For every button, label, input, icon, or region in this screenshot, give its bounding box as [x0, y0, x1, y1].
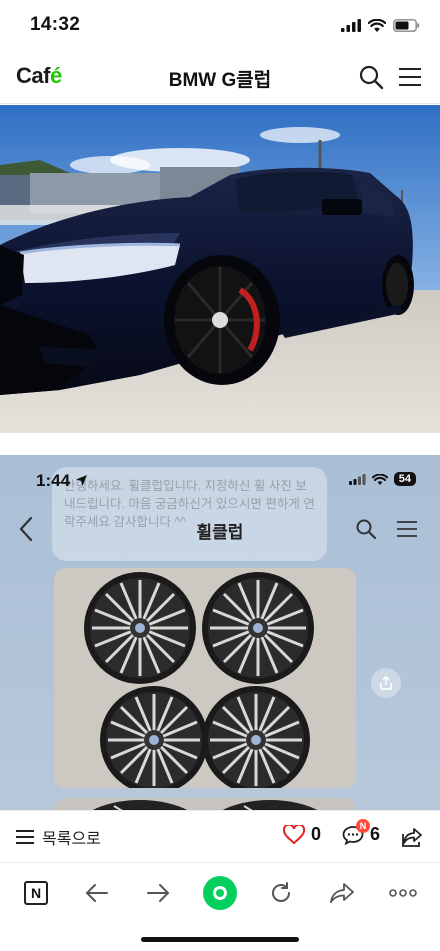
comment-count: 6: [370, 824, 381, 844]
forward-button[interactable]: [141, 876, 175, 910]
green-dot-icon: [203, 876, 237, 910]
wheels-illustration-partial: [54, 798, 356, 810]
inner-status-time: 1:44: [36, 471, 88, 491]
naver-n-icon: N: [24, 881, 48, 905]
arrow-right-icon: [147, 884, 170, 902]
like-count: 0: [311, 824, 322, 844]
status-bar: 14:32: [0, 0, 440, 50]
chat-screenshot-photo[interactable]: 안녕하세요. 휠클럽입니다. 지정하신 휠 사진 보내드립니다. 마음 궁금하신…: [0, 455, 440, 810]
more-button[interactable]: [386, 876, 420, 910]
status-icons: [341, 15, 420, 35]
search-icon: [356, 519, 377, 540]
like-button[interactable]: 0: [283, 824, 321, 845]
new-badge: N: [356, 819, 370, 833]
wheels-image-second: [54, 798, 356, 810]
status-time: 14:32: [30, 14, 81, 35]
wifi-icon: [368, 18, 386, 32]
cellular-signal-icon: [341, 18, 361, 32]
back-button[interactable]: [80, 876, 114, 910]
car-photo[interactable]: [0, 105, 440, 433]
post-content: 안녕하세요. 휠클럽입니다. 지정하신 휠 사진 보내드립니다. 마음 궁금하신…: [0, 105, 440, 810]
back-to-list-button[interactable]: 목록으로: [16, 825, 101, 849]
browser-nav-bar: N: [0, 862, 440, 951]
inner-status-bar: 1:44 54: [0, 465, 440, 495]
share-page-button[interactable]: [325, 876, 359, 910]
share-icon[interactable]: [400, 825, 424, 849]
article-toolbar: 목록으로 0 6 N: [0, 810, 440, 862]
location-arrow-icon: [75, 475, 87, 486]
more-dots-icon: [389, 889, 417, 897]
hamburger-menu-icon: [397, 521, 417, 537]
cellular-signal-icon: [348, 473, 366, 485]
search-icon[interactable]: [358, 64, 384, 90]
wifi-icon: [371, 473, 388, 485]
heart-icon: [283, 824, 305, 844]
refresh-icon: [272, 882, 290, 902]
naver-home-button[interactable]: N: [19, 876, 53, 910]
hamburger-menu-icon[interactable]: [398, 66, 422, 88]
app-header: Café BMW G클럽: [0, 50, 440, 104]
inner-app-header: 휠클럽: [0, 510, 440, 550]
battery-icon: [393, 18, 420, 32]
share-float-button: [371, 668, 401, 698]
back-to-list-label: 목록으로: [42, 831, 101, 848]
arrow-left-icon: [85, 884, 108, 902]
share-icon: [380, 676, 392, 690]
share-arrow-icon: [330, 883, 354, 903]
wheels-image: [54, 568, 356, 788]
list-icon: [16, 830, 34, 844]
green-dot-button[interactable]: [203, 876, 237, 910]
wheels-illustration: [54, 568, 356, 788]
phone-screen: 14:32 Café BMW G클럽 안녕하세요. 휠클럽입니다. 지정하신 휠…: [0, 0, 440, 951]
inner-status-icons: 54: [348, 472, 416, 486]
photo-separator: [0, 433, 440, 455]
refresh-button[interactable]: [264, 876, 298, 910]
home-indicator[interactable]: [141, 937, 299, 942]
car-illustration: [0, 105, 440, 433]
battery-level: 54: [393, 472, 416, 486]
